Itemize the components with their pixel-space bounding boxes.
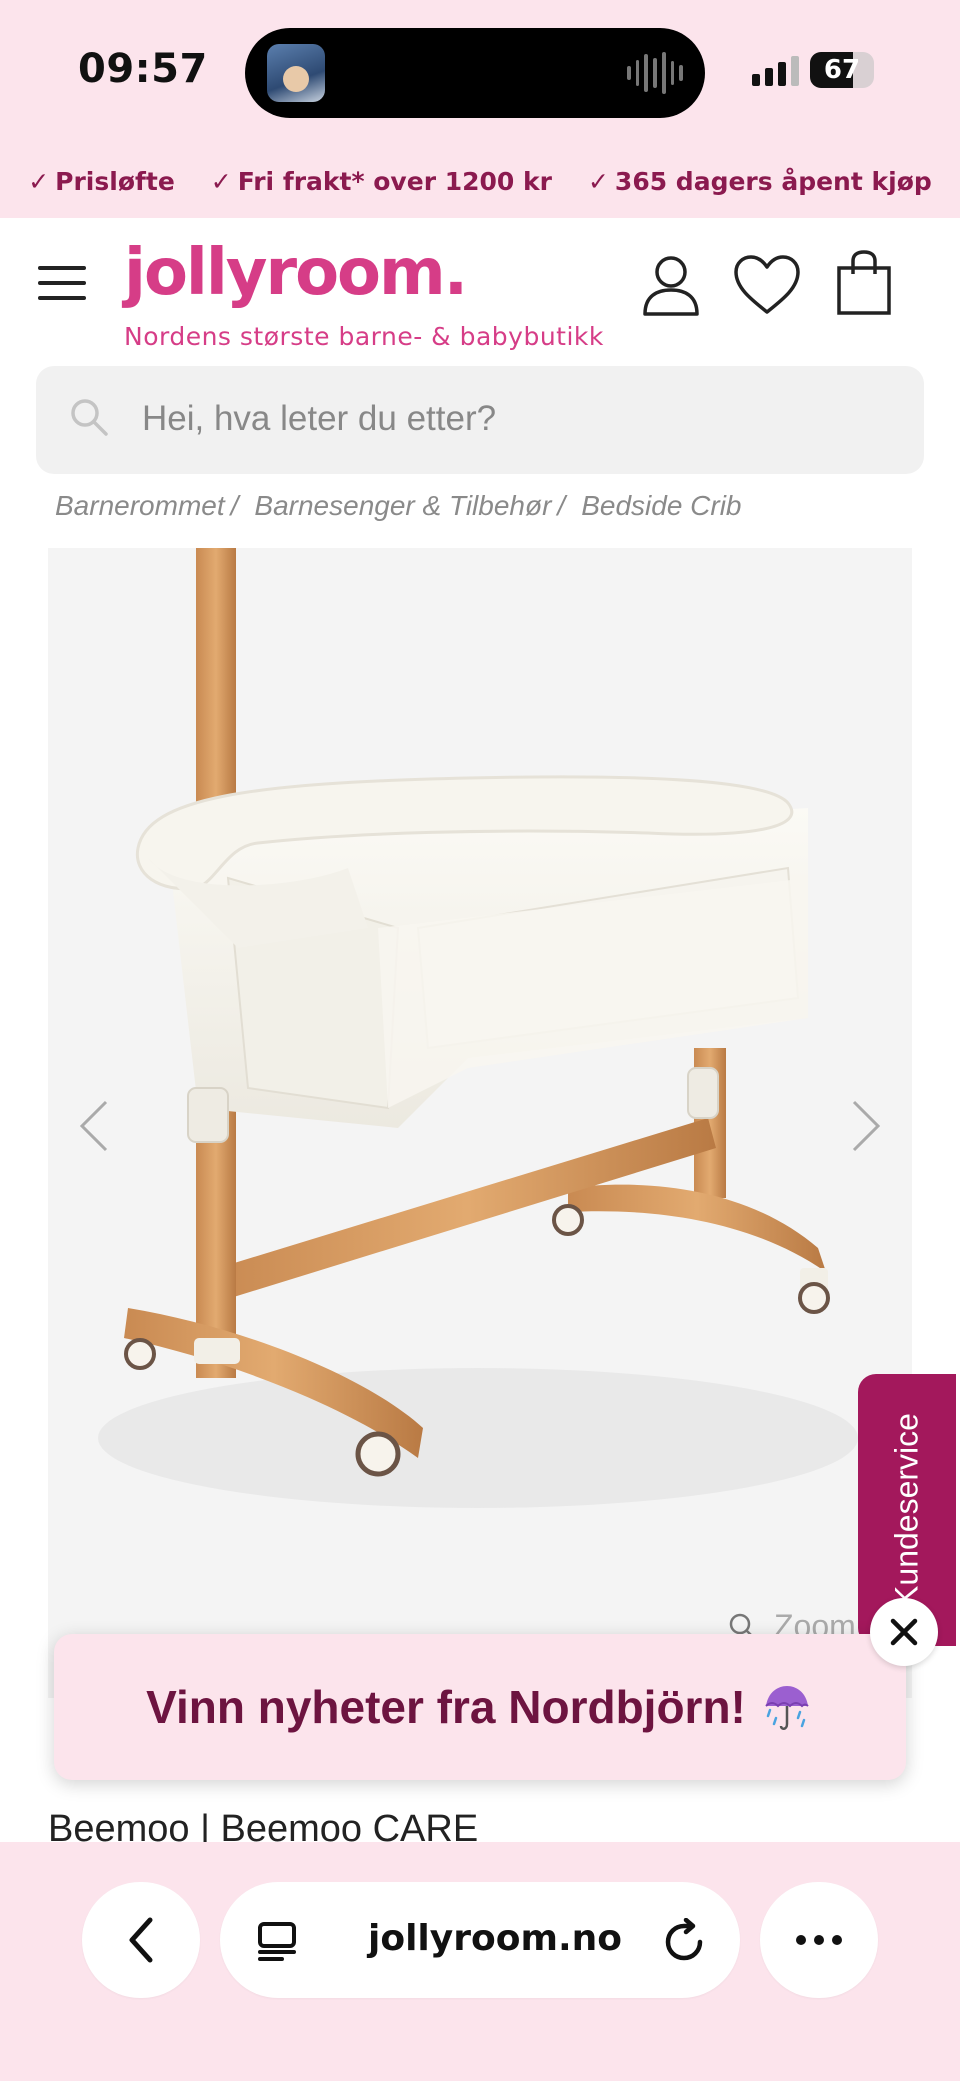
breadcrumb-separator: /: [557, 490, 566, 521]
previous-image-arrow-icon[interactable]: [74, 1096, 114, 1156]
breadcrumb-link[interactable]: Barnesenger & Tilbehør: [254, 490, 551, 522]
promo-text: Vinn nyheter fra Nordbjörn!: [146, 1681, 746, 1733]
status-time: 09:57: [78, 46, 208, 92]
usp-label: 365 dagers åpent kjøp: [614, 167, 932, 196]
page-menu-icon[interactable]: [256, 1918, 300, 1962]
reload-icon[interactable]: [662, 1918, 708, 1964]
breadcrumb-current[interactable]: Bedside Crib: [581, 490, 741, 522]
usp-item: ✓ 365 dagers åpent kjøp: [588, 167, 932, 196]
site-header: jollyroom. Nordens største barne- & baby…: [0, 218, 960, 363]
bedside-crib-image: [98, 548, 858, 1508]
cellular-signal-icon: [752, 56, 799, 86]
wishlist-heart-icon[interactable]: [732, 254, 802, 316]
check-icon: ✓: [587, 167, 609, 196]
browser-back-button[interactable]: [82, 1882, 200, 1998]
check-icon: ✓: [210, 167, 232, 196]
ellipsis-icon: [796, 1935, 842, 1945]
now-playing-thumbnail: [267, 44, 325, 102]
menu-icon[interactable]: [38, 266, 86, 300]
breadcrumb-link[interactable]: Barnerommet: [55, 490, 225, 522]
dynamic-island[interactable]: [245, 28, 705, 118]
address-bar[interactable]: jollyroom.no: [220, 1882, 740, 1998]
status-bar: 09:57 67: [0, 0, 960, 145]
search-input[interactable]: Hei, hva leter du etter?: [142, 399, 496, 439]
breadcrumb: Barnerommet / Barnesenger & Tilbehør / B…: [55, 490, 742, 522]
promo-banner[interactable]: Vinn nyheter fra Nordbjörn!: [54, 1634, 906, 1780]
usp-label: Prisløfte: [55, 167, 175, 196]
check-icon: ✓: [28, 167, 50, 196]
search-bar[interactable]: Hei, hva leter du etter?: [36, 366, 924, 474]
url-text: jollyroom.no: [368, 1918, 622, 1959]
umbrella-with-rain-icon: [765, 1686, 809, 1730]
usp-item: ✓ Fri frakt* over 1200 kr: [211, 167, 552, 196]
search-icon: [71, 399, 108, 436]
site-logo[interactable]: jollyroom.: [124, 236, 468, 310]
product-image-gallery[interactable]: Zoom: [48, 548, 912, 1698]
site-tagline: Nordens største barne- & babybutikk: [124, 322, 604, 351]
browser-toolbar: jollyroom.no: [0, 1842, 960, 2081]
breadcrumb-separator: /: [230, 490, 239, 521]
close-icon: [890, 1618, 918, 1646]
audio-waveform-icon: [627, 50, 684, 96]
usp-label: Fri frakt* over 1200 kr: [237, 167, 552, 196]
battery-level: 67: [823, 55, 861, 85]
usp-item: ✓ Prisløfte: [28, 167, 175, 196]
usp-bar: ✓ Prisløfte ✓ Fri frakt* over 1200 kr ✓ 365…: [0, 145, 960, 218]
shopping-bag-icon[interactable]: [836, 250, 892, 316]
account-icon[interactable]: [642, 254, 700, 316]
close-promo-button[interactable]: [870, 1598, 938, 1666]
next-image-arrow-icon[interactable]: [846, 1096, 886, 1156]
chevron-left-icon: [129, 1917, 153, 1963]
battery-icon: 67: [810, 52, 874, 88]
more-options-button[interactable]: [760, 1882, 878, 1998]
customer-service-label: Kundeservice: [888, 1413, 925, 1607]
